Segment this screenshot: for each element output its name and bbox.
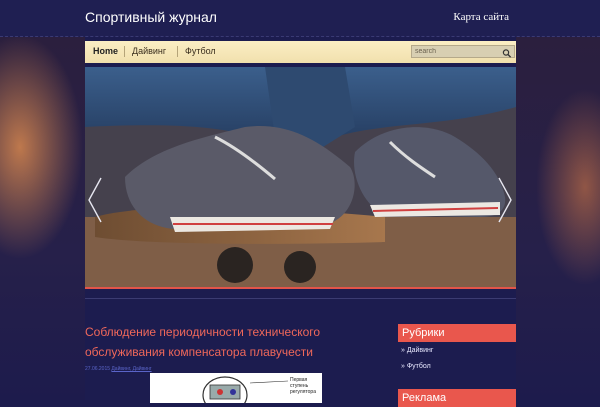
widget-title-ads: Реклама — [398, 389, 516, 407]
post-meta: 27.06.2015 Дайвинг, Дайвинг — [85, 366, 152, 372]
widget-title-categories: Рубрики — [398, 324, 516, 342]
nav-item-home[interactable]: Home — [93, 46, 118, 56]
post-image: Первая ступень регулятора — [150, 373, 322, 403]
image-slider[interactable] — [85, 67, 516, 287]
nav-divider — [177, 46, 178, 57]
search-box — [411, 45, 515, 58]
site-header: Спортивный журнал Карта сайта — [0, 0, 600, 37]
image-caption: Первая ступень регулятора — [290, 377, 316, 395]
sitemap-link[interactable]: Карта сайта — [453, 11, 509, 23]
category-link-football[interactable]: » Футбол — [401, 363, 431, 370]
search-icon[interactable] — [502, 46, 512, 58]
site-title[interactable]: Спортивный журнал — [85, 9, 217, 25]
slide-image — [85, 67, 516, 287]
nav-divider — [124, 46, 125, 57]
category-link-diving[interactable]: » Дайвинг — [401, 347, 433, 354]
post-title[interactable]: Соблюдение периодичности технического об… — [85, 322, 390, 362]
post-date: 27.06.2015 — [85, 366, 111, 372]
chevron-left-icon[interactable] — [88, 177, 102, 223]
nav-item-football[interactable]: Футбол — [185, 46, 216, 56]
slider-accent-line — [85, 287, 516, 289]
nav-item-diving[interactable]: Дайвинг — [132, 46, 166, 56]
content-divider — [85, 298, 516, 299]
post-category-links[interactable]: Дайвинг, Дайвинг — [111, 366, 151, 372]
chevron-right-icon[interactable] — [498, 177, 512, 223]
search-input[interactable] — [415, 46, 499, 57]
